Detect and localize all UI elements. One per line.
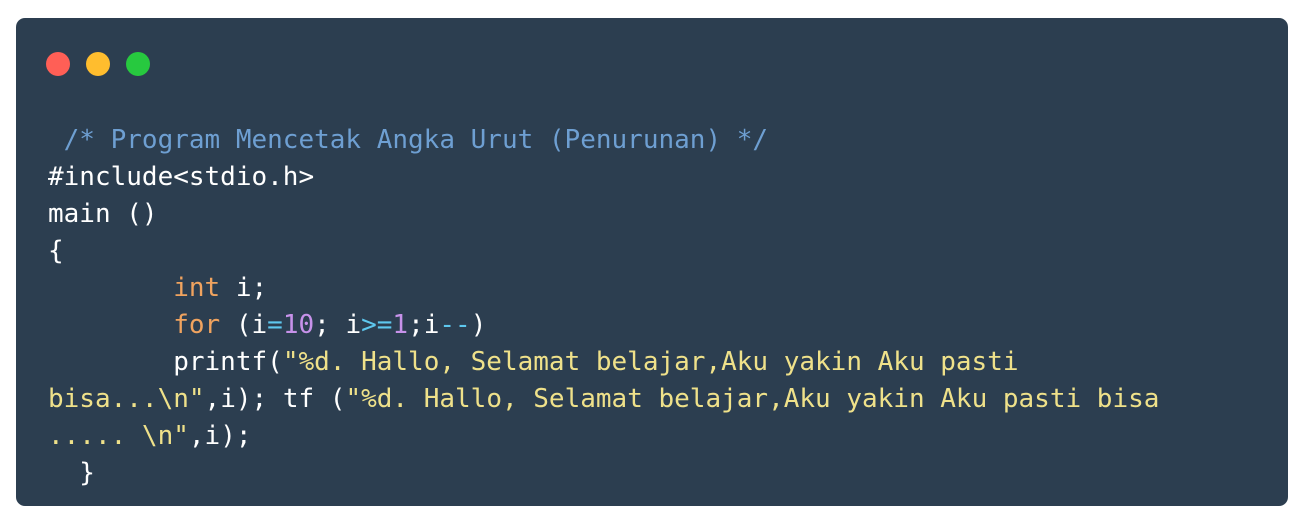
minimize-dot-icon[interactable]	[86, 52, 110, 76]
code-token-default: main ()	[48, 199, 158, 229]
code-token-keyword: int	[173, 273, 221, 303]
code-line: printf("%d. Hallo, Selamat belajar,Aku y…	[48, 344, 1278, 381]
code-token-default: printf(	[48, 347, 283, 377]
code-token-keyword: for	[173, 310, 221, 340]
code-token-default: )	[470, 310, 487, 340]
close-dot-icon[interactable]	[46, 52, 70, 76]
code-token-default: #include<stdio.h>	[48, 162, 315, 192]
code-token-string: ..... \n"	[48, 421, 189, 451]
code-token-number: 10	[282, 310, 315, 340]
code-token-operator: --	[439, 310, 471, 340]
code-block: /* Program Mencetak Angka Urut (Penuruna…	[48, 122, 1278, 492]
code-token-comment: /* Program Mencetak Angka Urut (Penuruna…	[48, 125, 769, 155]
code-token-default: ;i	[408, 310, 440, 340]
code-line: ..... \n",i);	[48, 418, 1278, 455]
code-token-default: ,i);	[188, 421, 252, 451]
code-line: int i;	[48, 270, 1278, 307]
code-token-operator: =	[267, 310, 283, 340]
code-line: /* Program Mencetak Angka Urut (Penuruna…	[48, 122, 1278, 159]
code-token-default	[48, 273, 173, 303]
code-token-string: "%d. Hallo, Selamat belajar,Aku yakin Ak…	[345, 384, 1160, 414]
code-line: main ()	[48, 196, 1278, 233]
code-token-default	[48, 310, 173, 340]
code-token-number: 1	[392, 310, 409, 340]
code-token-default: (i	[220, 310, 268, 340]
code-token-default: {	[48, 236, 64, 266]
code-token-default: ; i	[314, 310, 362, 340]
code-token-operator: >=	[361, 310, 393, 340]
code-line: {	[48, 233, 1278, 270]
code-token-default: }	[48, 458, 95, 488]
code-line: #include<stdio.h>	[48, 159, 1278, 196]
code-token-default: i;	[220, 273, 268, 303]
code-line: }	[48, 455, 1278, 492]
code-token-string: bisa...\n"	[48, 384, 205, 414]
code-line: for (i=10; i>=1;i--)	[48, 307, 1278, 344]
code-window: /* Program Mencetak Angka Urut (Penuruna…	[16, 18, 1288, 506]
code-token-default: ,i); tf (	[204, 384, 346, 414]
code-line: bisa...\n",i); tf ("%d. Hallo, Selamat b…	[48, 381, 1278, 418]
code-token-string: "%d. Hallo, Selamat belajar,Aku yakin Ak…	[282, 347, 1019, 377]
zoom-dot-icon[interactable]	[126, 52, 150, 76]
